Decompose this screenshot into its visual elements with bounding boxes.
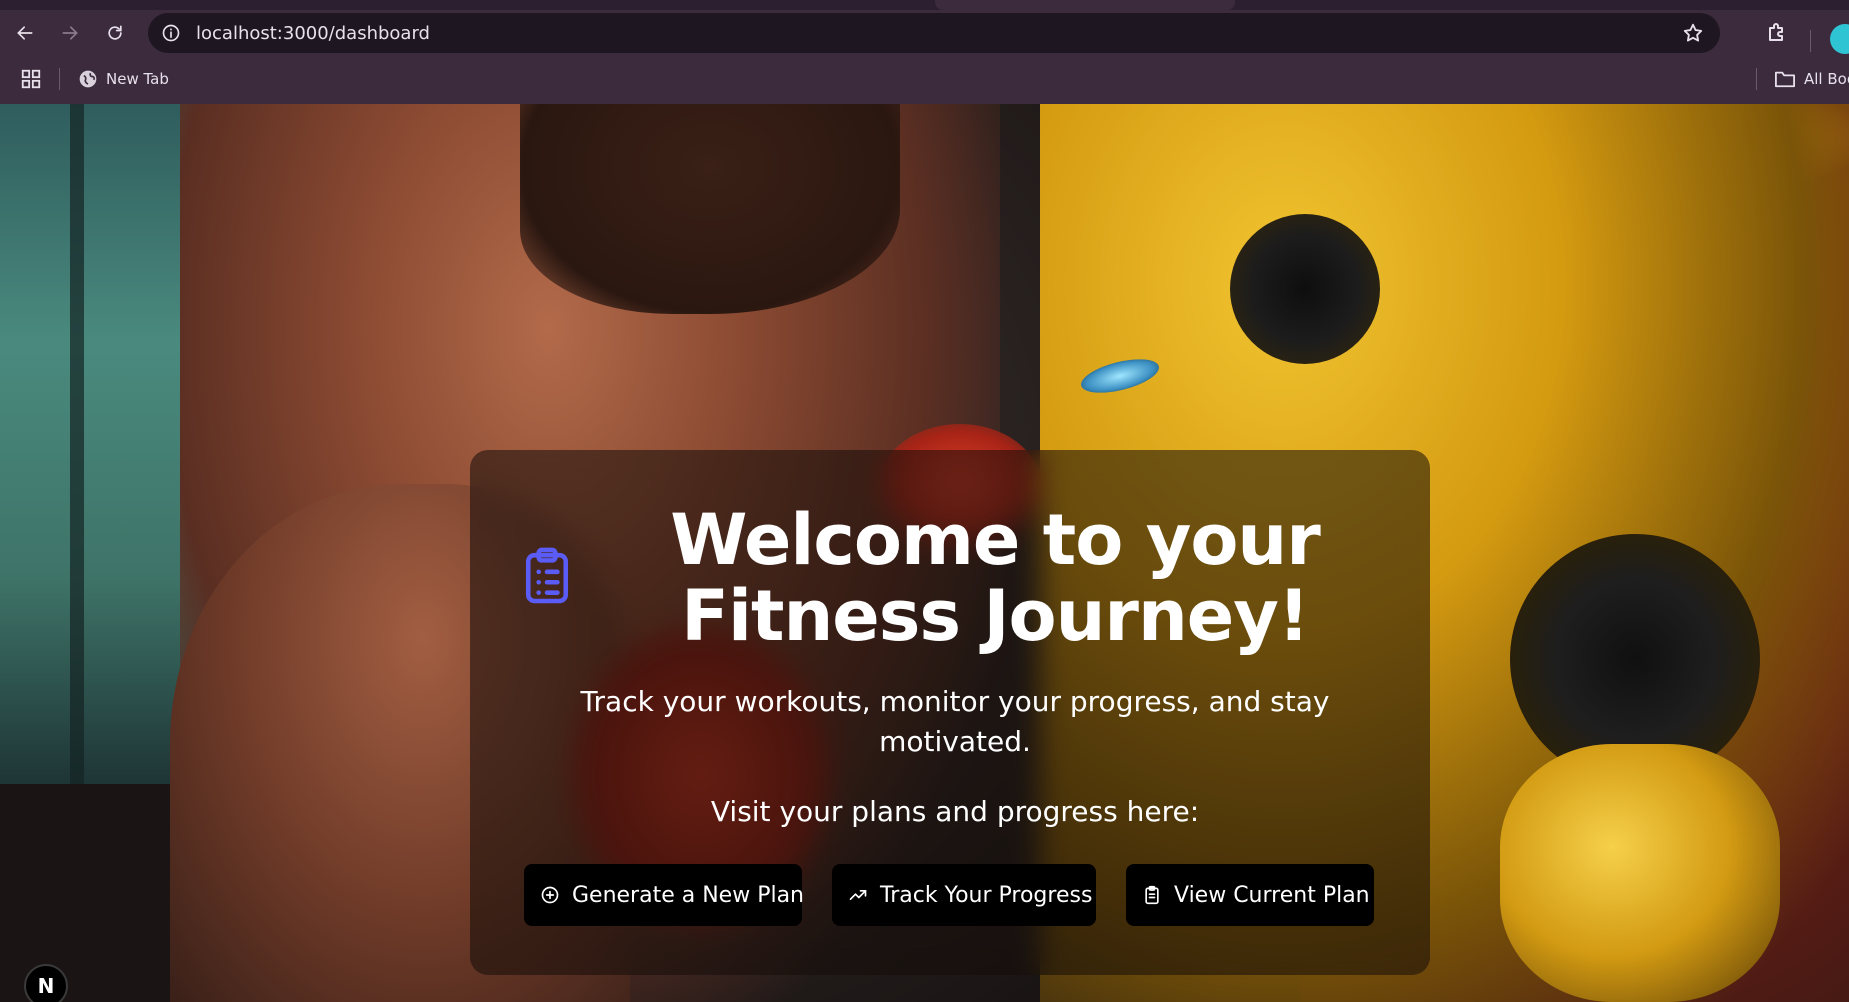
back-button[interactable] (8, 16, 42, 50)
globe-icon (79, 70, 97, 88)
site-info-icon[interactable] (160, 22, 182, 44)
page-viewport: Welcome to your Fitness Journey! Track y… (0, 104, 1849, 1002)
generate-plan-label: Generate a New Plan (572, 882, 804, 908)
welcome-card: Welcome to your Fitness Journey! Track y… (470, 450, 1430, 975)
bookmarks-bar: New Tab All Boo (0, 58, 1849, 102)
puzzle-icon (1769, 23, 1783, 41)
forward-button[interactable] (53, 16, 87, 50)
all-bookmarks-label: All Boo (1804, 70, 1849, 88)
bookmark-new-tab[interactable]: New Tab (78, 66, 169, 92)
nextjs-badge-label: N (37, 974, 55, 998)
toolbar-separator (1810, 30, 1811, 52)
bookmark-label: New Tab (106, 70, 169, 88)
browser-toolbar: localhost:3000/dashboard (0, 10, 1849, 54)
reload-icon (108, 25, 122, 40)
clipboard-list-icon (525, 547, 569, 604)
bookmark-star-icon[interactable] (1682, 22, 1704, 44)
generate-plan-button[interactable]: Generate a New Plan (524, 864, 804, 926)
page-title: Welcome to your Fitness Journey! (670, 499, 1321, 657)
arrow-right-icon (62, 26, 78, 40)
active-tab[interactable] (935, 0, 1235, 10)
url-text[interactable]: localhost:3000/dashboard (196, 23, 430, 44)
view-plan-button[interactable]: View Current Plan (1126, 864, 1374, 926)
apps-grid-icon[interactable] (20, 68, 42, 90)
arrow-left-icon (17, 26, 33, 40)
clipboard-icon (1145, 885, 1159, 905)
address-bar[interactable]: localhost:3000/dashboard (148, 13, 1720, 53)
tab-strip (0, 0, 1849, 10)
extensions-button[interactable] (1762, 18, 1792, 48)
track-progress-label: Track Your Progress (880, 882, 1093, 908)
visit-prompt: Visit your plans and progress here: (710, 795, 1200, 828)
folder-icon (1774, 71, 1795, 88)
plus-circle-icon (541, 886, 559, 904)
bookmarks-separator (59, 68, 60, 90)
bookmarks-separator-right (1756, 68, 1757, 90)
view-plan-label: View Current Plan (1174, 882, 1370, 908)
track-progress-button[interactable]: Track Your Progress (832, 864, 1096, 926)
page-subtitle: Track your workouts, monitor your progre… (580, 685, 1330, 758)
nextjs-dev-badge[interactable]: N (24, 964, 68, 1002)
profile-avatar[interactable] (1830, 24, 1849, 54)
all-bookmarks-button[interactable]: All Boo (1774, 66, 1849, 92)
reload-button[interactable] (98, 16, 132, 50)
trending-up-icon (849, 890, 867, 900)
browser-chrome: localhost:3000/dashboard New Tab All Boo (0, 0, 1849, 104)
